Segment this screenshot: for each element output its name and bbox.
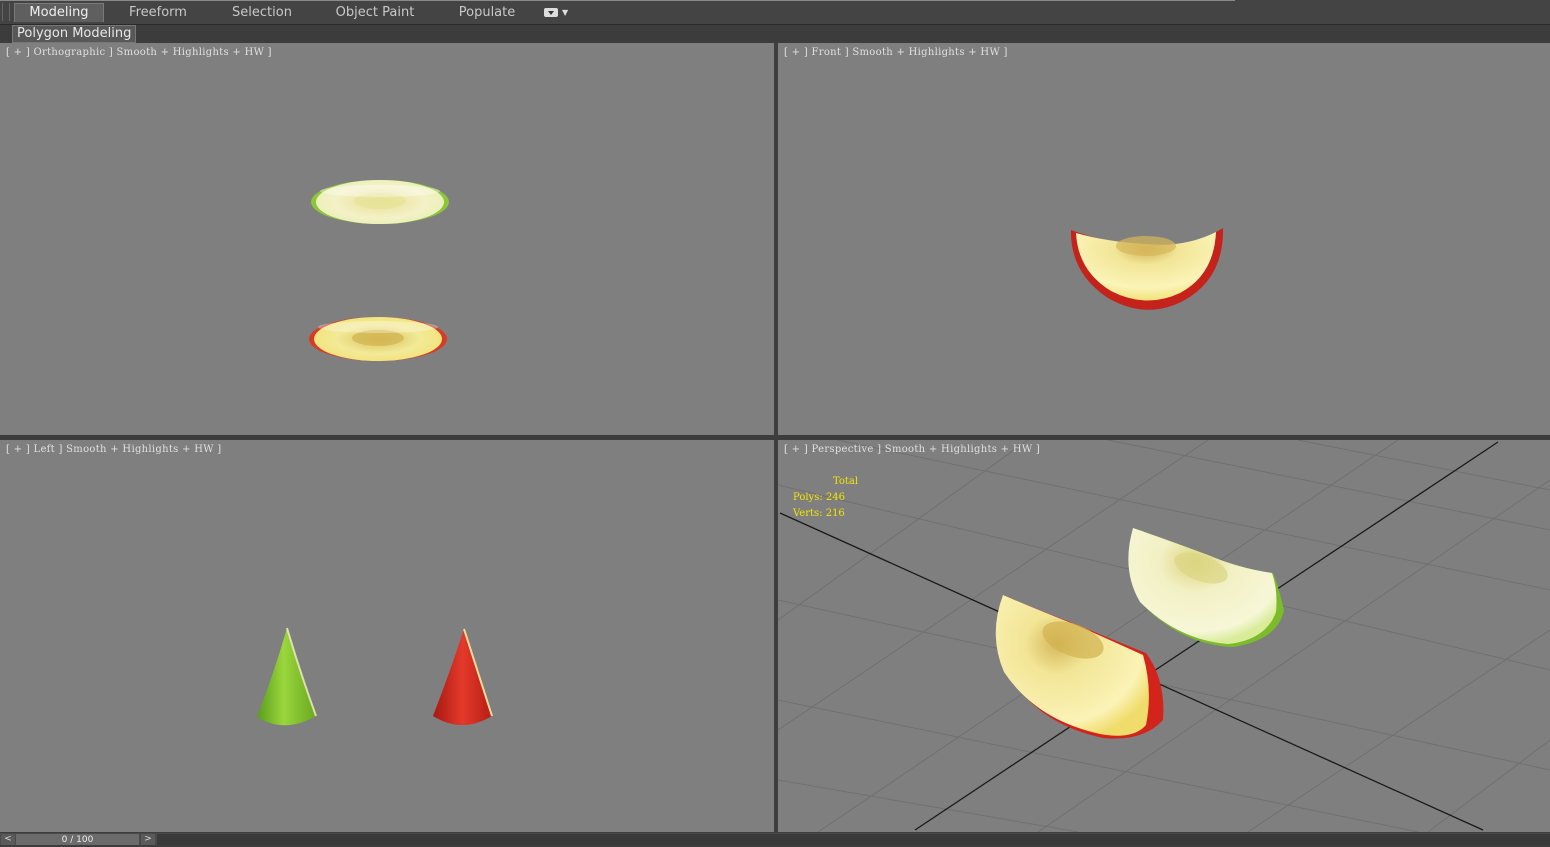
tab-object-paint[interactable]: Object Paint [330,4,420,22]
time-slider-bar[interactable] [157,834,1550,845]
front-scene [1070,228,1224,310]
viewport-left[interactable]: [ + ] Left ] Smooth + Highlights + HW ] [0,440,774,832]
red-apple-slice-front[interactable] [1070,228,1224,310]
time-slider-track[interactable]: 0 / 100 [16,834,139,845]
green-apple-slice-left[interactable] [257,627,317,726]
tab-selection[interactable]: Selection [222,4,302,22]
orthographic-scene [309,180,449,361]
time-slider-frame-label[interactable]: 0 / 100 [16,834,139,847]
viewport-label-perspective[interactable]: [ + ] Perspective ] Smooth + Highlights … [784,444,1040,455]
tab-populate[interactable]: Populate [450,4,524,22]
stats-verts: Verts: 216 [793,508,845,519]
ribbon-grip-handle[interactable] [2,3,10,21]
home-grid [778,440,1550,832]
time-slider-prev-button[interactable]: < [1,834,15,845]
ribbon-top-line [0,0,1235,1]
red-apple-slice-left[interactable] [433,628,493,725]
time-slider: < 0 / 100 > [0,833,1550,845]
ribbon-panel: Polygon Modeling [0,25,1550,43]
left-scene [257,627,493,726]
tab-freeform[interactable]: Freeform [118,4,198,22]
red-apple-slice-perspective[interactable] [995,595,1164,739]
green-apple-slice-perspective[interactable] [1128,528,1284,647]
viewport-perspective[interactable]: [ + ] Perspective ] Smooth + Highlights … [778,440,1550,832]
red-apple-slice-ortho[interactable] [309,317,447,361]
green-apple-slice-ortho[interactable] [311,180,449,224]
chevron-down-icon[interactable]: ▼ [562,8,568,17]
statistics-overlay: Total Polys: 246 Verts: 216 [793,474,858,522]
perspective-scene [778,440,1550,832]
polygon-modeling-panel-button[interactable]: Polygon Modeling [12,25,137,43]
time-slider-next-button[interactable]: > [141,834,155,845]
stats-polys: Polys: 246 [793,492,845,503]
world-axes [779,441,1499,831]
tab-modeling[interactable]: Modeling [14,3,104,22]
viewport-front[interactable]: [ + ] Front ] Smooth + Highlights + HW ] [778,43,1550,435]
stats-title: Total [833,476,859,487]
ribbon-tab-bar: Modeling Freeform Selection Object Paint… [0,0,1550,25]
viewport-orthographic[interactable]: [ + ] Orthographic ] Smooth + Highlights… [0,43,774,435]
ribbon-options-icon[interactable] [544,8,558,17]
